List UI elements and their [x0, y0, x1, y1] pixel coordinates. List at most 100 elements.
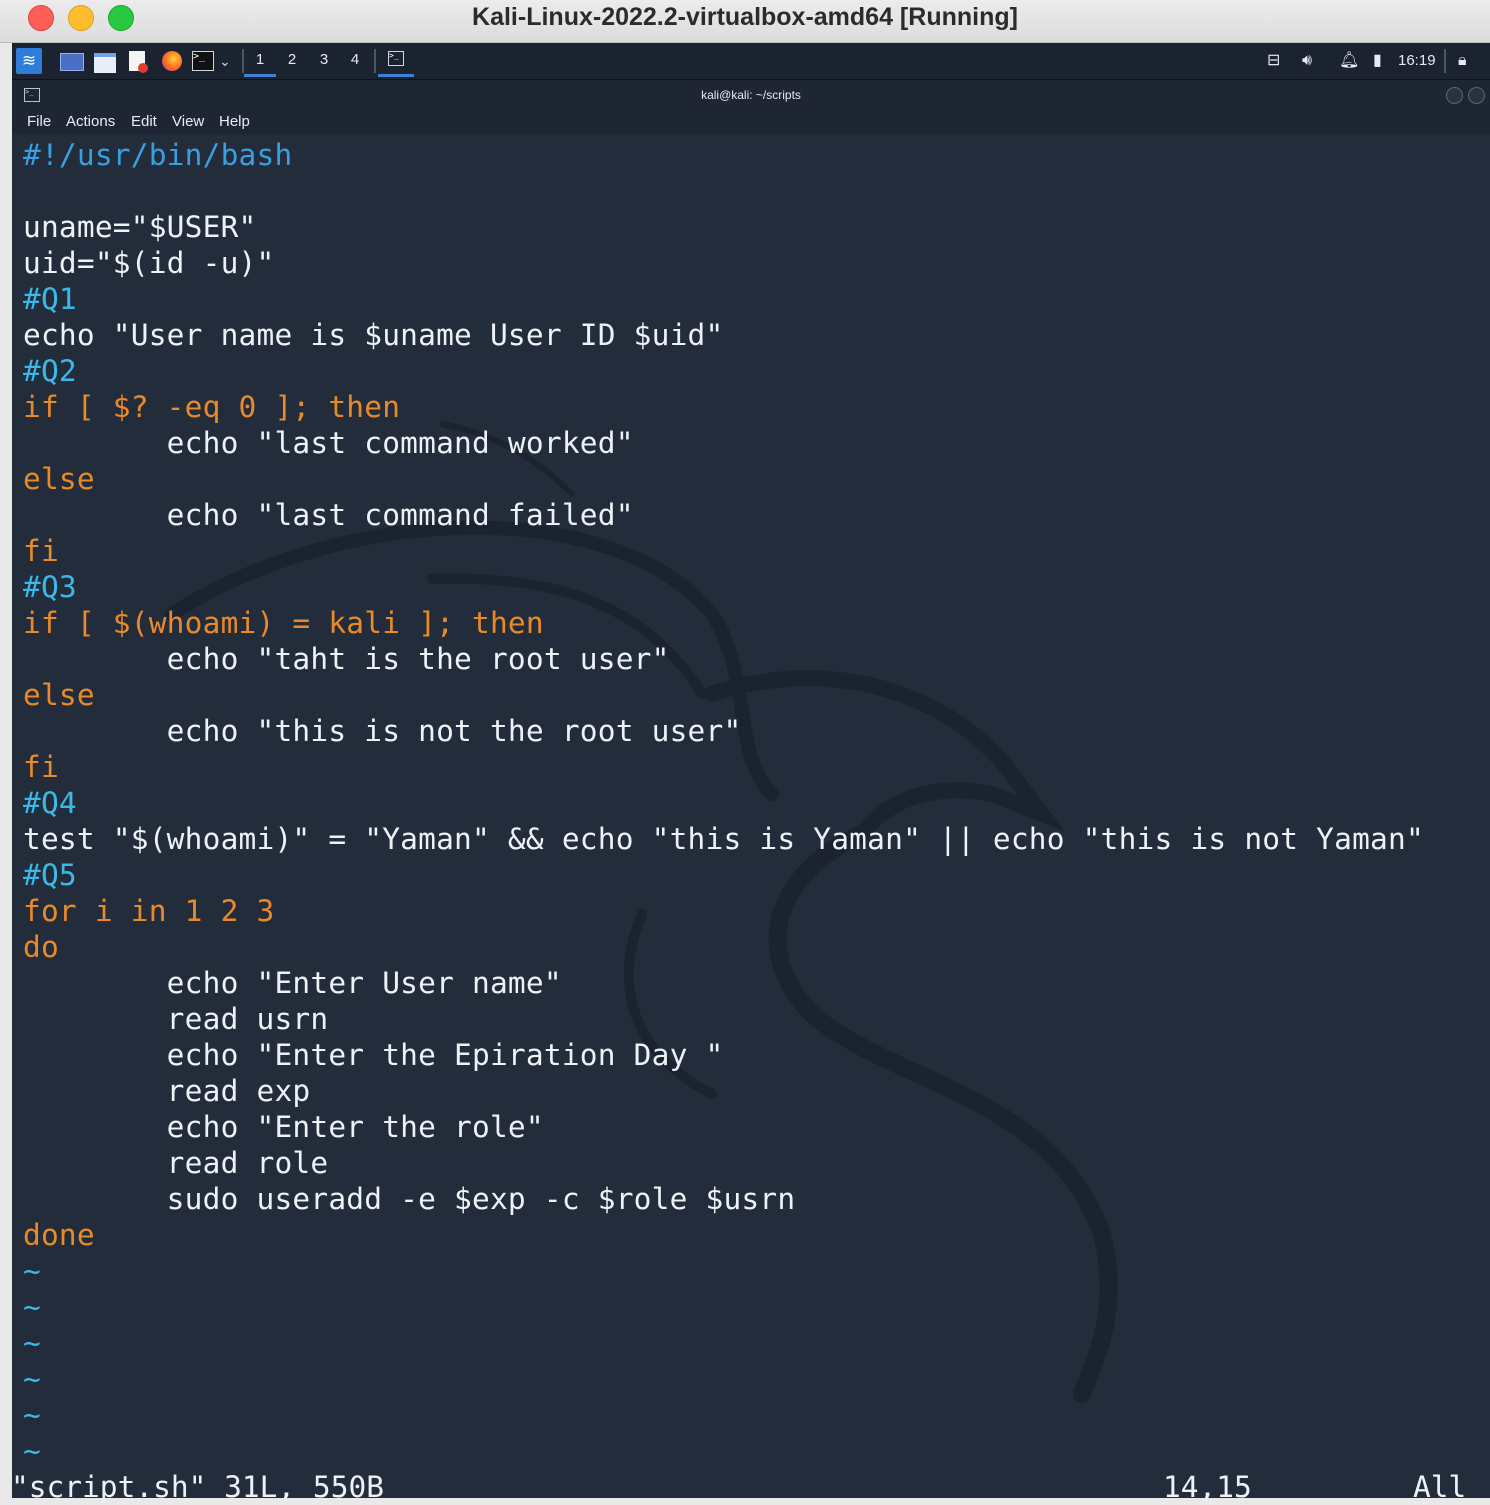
firefox-icon[interactable]: [162, 51, 182, 71]
code-text: else: [23, 462, 95, 496]
code-text: #Q1: [23, 282, 77, 316]
code-text: #!/usr/bin/bash: [23, 138, 293, 172]
chevron-down-icon[interactable]: ⌄: [219, 51, 231, 71]
code-line: do: [23, 929, 1424, 965]
tilde-text: ~: [23, 1254, 41, 1288]
panel-clock[interactable]: 16:19: [1398, 50, 1436, 72]
empty-line-marker: ~: [23, 1253, 1424, 1289]
code-line: uid="$(id -u)": [23, 245, 1424, 281]
code-text: read role: [23, 1146, 329, 1180]
empty-line-marker: ~: [23, 1361, 1424, 1397]
code-line: #Q3: [23, 569, 1424, 605]
panel-separator: [1444, 49, 1446, 73]
file-manager-icon[interactable]: [94, 53, 116, 73]
vim-editor[interactable]: #!/usr/bin/bash uname="$USER" uid="$(id -u…: [12, 134, 1490, 1498]
tilde-text: ~: [23, 1398, 41, 1432]
code-text: test "$(whoami)" = "Yaman" && echo "this…: [23, 822, 1424, 856]
terminal-titlebar: >_ kali@kali: ~/scripts: [12, 80, 1490, 110]
workspace-2[interactable]: 2: [276, 43, 308, 77]
empty-line-marker: ~: [23, 1289, 1424, 1325]
code-text: echo "this is not the root user": [23, 714, 742, 748]
code-line: if [ $? -eq 0 ]; then: [23, 389, 1424, 425]
code-line: read exp: [23, 1073, 1424, 1109]
terminal-icon: >_: [388, 51, 404, 66]
network-icon[interactable]: ⊟: [1267, 50, 1280, 72]
volume-icon[interactable]: 🔊︎: [1302, 50, 1312, 72]
code-line: echo "User name is $uname User ID $uid": [23, 317, 1424, 353]
kali-menu-icon[interactable]: ≋: [16, 48, 42, 74]
code-text: sudo useradd -e $exp -c $role $usrn: [23, 1182, 796, 1216]
code-line: test "$(whoami)" = "Yaman" && echo "this…: [23, 821, 1424, 857]
code-line: sudo useradd -e $exp -c $role $usrn: [23, 1181, 1424, 1217]
host-window-titlebar: Kali-Linux-2022.2-virtualbox-amd64 [Runn…: [0, 0, 1490, 43]
code-line: for i in 1 2 3: [23, 893, 1424, 929]
code-text: do: [23, 930, 59, 964]
tilde-text: ~: [23, 1326, 41, 1360]
code-line: done: [23, 1217, 1424, 1253]
empty-line-marker: ~: [23, 1325, 1424, 1361]
tilde-text: ~: [23, 1290, 41, 1324]
code-line: read usrn: [23, 1001, 1424, 1037]
panel-separator: [374, 49, 376, 73]
taskbar-terminal-button[interactable]: >_: [378, 43, 414, 77]
code-line: #Q2: [23, 353, 1424, 389]
code-line: if [ $(whoami) = kali ]; then: [23, 605, 1424, 641]
code-text: for i in 1 2 3: [23, 894, 275, 928]
code-line: echo "last command failed": [23, 497, 1424, 533]
kali-top-panel: ≋ >_ ⌄ 1 2 3 4 >_ ⊟ 🔊︎ 🔔︎ ▮ 16:19 🔒︎: [12, 43, 1490, 80]
vm-screen: ≋ >_ ⌄ 1 2 3 4 >_ ⊟ 🔊︎ 🔔︎ ▮ 16:19 🔒︎ >_ …: [12, 43, 1490, 1498]
code-text: fi: [23, 750, 59, 784]
code-text: #Q3: [23, 570, 77, 604]
empty-line-marker: ~: [23, 1433, 1424, 1469]
show-desktop-icon[interactable]: [60, 53, 84, 71]
workspace-1[interactable]: 1: [244, 43, 276, 77]
status-file-info: "script.sh" 31L, 550B: [11, 1470, 384, 1504]
code-text: else: [23, 678, 95, 712]
terminal-icon[interactable]: >_: [192, 51, 214, 71]
lock-icon[interactable]: 🔒︎: [1458, 50, 1467, 72]
tilde-text: ~: [23, 1362, 41, 1396]
code-text: read usrn: [23, 1002, 329, 1036]
menu-edit[interactable]: Edit: [131, 113, 157, 130]
code-line: echo "Enter the Epiration Day ": [23, 1037, 1424, 1073]
code-line: #Q1: [23, 281, 1424, 317]
terminal-minimize-button[interactable]: [1446, 87, 1463, 104]
menu-help[interactable]: Help: [219, 113, 250, 130]
battery-icon[interactable]: ▮: [1373, 50, 1382, 72]
code-line: #!/usr/bin/bash: [23, 137, 1424, 173]
status-cursor-position: 14,15: [1163, 1470, 1252, 1504]
code-text: echo "taht is the root user": [23, 642, 670, 676]
code-line: echo "this is not the root user": [23, 713, 1424, 749]
workspace-3[interactable]: 3: [308, 43, 340, 77]
code-line: else: [23, 461, 1424, 497]
code-line: fi: [23, 533, 1424, 569]
code-line: echo "Enter User name": [23, 965, 1424, 1001]
terminal-title: kali@kali: ~/scripts: [701, 88, 801, 102]
code-line: else: [23, 677, 1424, 713]
workspace-4[interactable]: 4: [339, 43, 371, 77]
code-text: #Q5: [23, 858, 77, 892]
code-text: echo "last command worked": [23, 426, 634, 460]
code-text: echo "User name is $uname User ID $uid": [23, 318, 724, 352]
notifications-icon[interactable]: 🔔︎: [1339, 50, 1359, 72]
menu-file[interactable]: File: [27, 113, 51, 130]
text-editor-badge-icon: [138, 63, 148, 73]
code-text: uid="$(id -u)": [23, 246, 275, 280]
code-text: uname="$USER": [23, 210, 257, 244]
host-window-title: Kali-Linux-2022.2-virtualbox-amd64 [Runn…: [472, 3, 1018, 31]
code-text: echo "last command failed": [23, 498, 634, 532]
code-text: if [ $(whoami) = kali ]; then: [23, 606, 544, 640]
menu-actions[interactable]: Actions: [66, 113, 115, 130]
terminal-maximize-button[interactable]: [1468, 87, 1485, 104]
code-line: echo "taht is the root user": [23, 641, 1424, 677]
code-text: #Q4: [23, 786, 77, 820]
terminal-menubar: File Actions Edit View Help: [12, 110, 1490, 134]
vim-status-line: "script.sh" 31L, 550B 14,15 All: [11, 1469, 1471, 1505]
code-line: fi: [23, 749, 1424, 785]
menu-view[interactable]: View: [172, 113, 204, 130]
tilde-text: ~: [23, 1434, 41, 1468]
code-text: #Q2: [23, 354, 77, 388]
code-line: uname="$USER": [23, 209, 1424, 245]
code-text: echo "Enter the Epiration Day ": [23, 1038, 724, 1072]
code-view[interactable]: #!/usr/bin/bash uname="$USER" uid="$(id -u…: [23, 137, 1424, 1469]
